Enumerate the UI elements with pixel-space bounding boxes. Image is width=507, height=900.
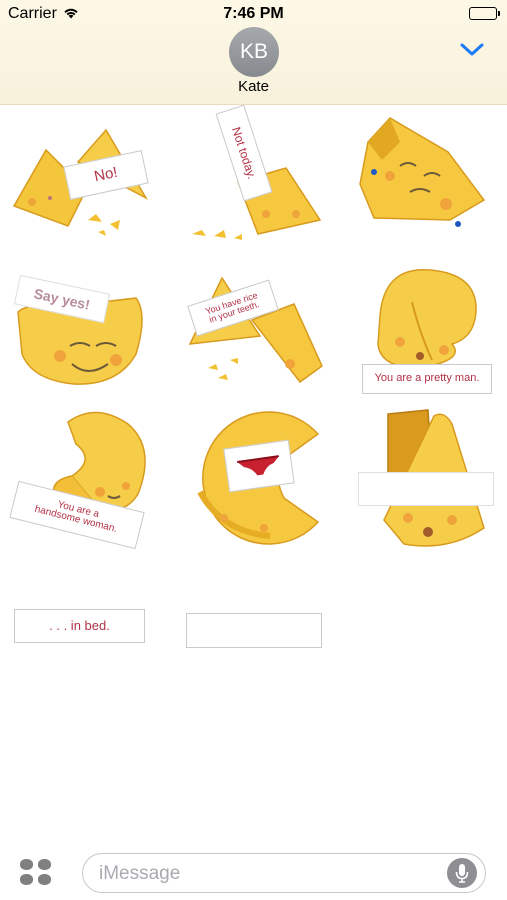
sticker-in-bed[interactable]: . . . in bed. <box>14 609 145 643</box>
contact-avatar[interactable]: KB <box>229 27 279 77</box>
sticker-say-yes[interactable]: Say yes! <box>8 262 150 396</box>
compose-bar <box>0 840 507 900</box>
conversation-header: Carrier 7:46 PM KB Kate <box>0 0 507 105</box>
underwear-icon <box>237 455 279 476</box>
caption-say-yes: Say yes! <box>32 284 92 313</box>
note-surprised-blank <box>358 472 494 506</box>
avatar-initials: KB <box>239 40 268 63</box>
sticker-not-today[interactable]: Not today. <box>186 104 326 244</box>
message-input-container[interactable] <box>82 853 486 894</box>
status-bar: Carrier 7:46 PM <box>0 0 507 28</box>
note-pretty-man: You are a pretty man. <box>362 364 492 394</box>
caption-in-bed: . . . in bed. <box>49 618 110 634</box>
sticker-worried-cookie[interactable] <box>354 112 490 238</box>
sticker-no[interactable]: No! <box>6 118 152 238</box>
contact-name[interactable]: Kate <box>0 78 507 95</box>
message-input[interactable] <box>97 854 441 894</box>
app-drawer-icon[interactable] <box>20 859 52 887</box>
note-underwear <box>223 439 295 493</box>
sticker-pretty-man[interactable]: You are a pretty man. <box>360 264 494 398</box>
sticker-handsome-woman[interactable]: You are a handsome woman. <box>9 404 154 552</box>
status-time: 7:46 PM <box>223 5 284 22</box>
sticker-surprised-cookie[interactable] <box>358 408 494 556</box>
sticker-rice-in-teeth[interactable]: You have rice in your teeth. <box>186 270 326 388</box>
microphone-icon[interactable] <box>447 858 477 888</box>
sticker-underwear[interactable] <box>186 410 328 550</box>
battery-icon <box>469 7 500 20</box>
caption-no: No! <box>92 163 120 186</box>
caption-pretty-man: You are a pretty man. <box>374 372 480 385</box>
chevron-down-icon[interactable] <box>459 42 485 63</box>
sticker-blank-note[interactable] <box>186 613 322 648</box>
